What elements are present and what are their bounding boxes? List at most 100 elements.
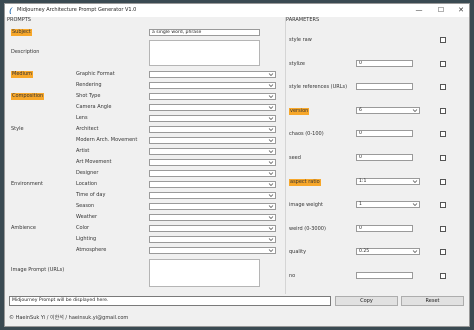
copy-button[interactable]: Copy xyxy=(335,296,398,306)
param-checkbox[interactable] xyxy=(440,37,446,43)
chevron-down-icon xyxy=(412,109,418,112)
prompt-row-select[interactable] xyxy=(149,126,276,133)
close-button[interactable]: ✕ xyxy=(451,4,469,17)
prompt-row-select[interactable] xyxy=(149,137,276,144)
param-input[interactable]: 0 xyxy=(356,154,413,161)
param-checkbox[interactable] xyxy=(440,249,446,255)
chevron-down-icon xyxy=(268,150,274,153)
param-checkbox[interactable] xyxy=(440,179,446,185)
ambience-label: Ambience xyxy=(11,225,36,231)
param-label: weird (0-3000) xyxy=(289,226,326,232)
param-input[interactable]: 0 xyxy=(356,60,413,67)
description-textarea[interactable] xyxy=(149,40,260,66)
param-checkbox[interactable] xyxy=(440,108,446,114)
param-checkbox[interactable] xyxy=(440,202,446,208)
param-checkbox[interactable] xyxy=(440,226,446,232)
prompts-header: PROMPTS xyxy=(7,17,31,23)
param-select[interactable]: 0.25 xyxy=(356,248,420,255)
prompt-row-select[interactable] xyxy=(149,104,276,111)
chevron-down-icon xyxy=(268,183,274,186)
image-prompt-textarea[interactable] xyxy=(149,259,260,287)
param-input[interactable]: 0 xyxy=(356,130,413,137)
prompt-row-label: Rendering xyxy=(76,82,102,88)
param-select-value: 1 xyxy=(359,202,362,207)
chevron-down-icon xyxy=(268,139,274,142)
param-input[interactable]: 0 xyxy=(356,225,413,232)
param-checkbox[interactable] xyxy=(440,131,446,137)
prompt-row-label: Designer xyxy=(76,170,99,176)
param-label: version xyxy=(289,108,310,115)
minimize-button[interactable]: — xyxy=(409,4,429,17)
param-select[interactable]: 6 xyxy=(356,107,420,114)
prompt-row-select[interactable] xyxy=(149,71,276,78)
chevron-down-icon xyxy=(268,238,274,241)
param-label: style raw xyxy=(289,37,312,43)
prompt-row-select[interactable] xyxy=(149,225,276,232)
prompt-row-select[interactable] xyxy=(149,159,276,166)
window-title: Midjourney Architecture Prompt Generator… xyxy=(17,7,137,13)
environment-label: Environment xyxy=(11,181,43,187)
credit-text: © HaeinSuk Yi / 이한석 / haeinsuk.yi@gmail.… xyxy=(9,315,129,321)
param-checkbox[interactable] xyxy=(440,155,446,161)
prompt-row-label: Weather xyxy=(76,214,98,220)
prompt-row-label: Camera Angle xyxy=(76,104,112,110)
chevron-down-icon xyxy=(268,117,274,120)
reset-button[interactable]: Reset xyxy=(401,296,464,306)
chevron-down-icon xyxy=(268,106,274,109)
param-checkbox[interactable] xyxy=(440,273,446,279)
prompt-row-label: Graphic Format xyxy=(76,71,115,77)
param-label: quality xyxy=(289,249,307,255)
prompt-row-label: Lens xyxy=(76,115,88,121)
prompt-row-select[interactable] xyxy=(149,181,276,188)
param-label: style references (URLs) xyxy=(289,84,348,90)
param-select[interactable]: 1:1 xyxy=(356,178,420,185)
param-label: stylize xyxy=(289,61,306,67)
chevron-down-icon xyxy=(268,73,274,76)
param-checkbox[interactable] xyxy=(440,61,446,67)
panel-divider xyxy=(285,17,286,294)
param-select-value: 1:1 xyxy=(359,179,367,184)
prompt-row-select[interactable] xyxy=(149,115,276,122)
chevron-down-icon xyxy=(268,161,274,164)
prompt-row-label: Color xyxy=(76,225,90,231)
prompt-row-label: Lighting xyxy=(76,236,97,242)
chevron-down-icon xyxy=(412,203,418,206)
prompt-row-select[interactable] xyxy=(149,192,276,199)
description-label: Description xyxy=(11,49,40,55)
medium-label: Medium xyxy=(11,71,33,78)
param-label: no xyxy=(289,273,296,279)
param-label: image weight xyxy=(289,202,324,208)
chevron-down-icon xyxy=(268,227,274,230)
param-input[interactable] xyxy=(356,83,413,90)
chevron-down-icon xyxy=(268,172,274,175)
prompt-row-select[interactable] xyxy=(149,203,276,210)
app-window: Midjourney Architecture Prompt Generator… xyxy=(4,3,470,327)
prompt-row-select[interactable] xyxy=(149,170,276,177)
param-select[interactable]: 1 xyxy=(356,201,420,208)
param-checkbox[interactable] xyxy=(440,84,446,90)
prompt-row-select[interactable] xyxy=(149,82,276,89)
subject-input[interactable]: a single word, phrase xyxy=(149,29,260,36)
prompt-row-label: Modern Arch. Movement xyxy=(76,137,138,143)
param-input[interactable] xyxy=(356,272,413,279)
chevron-down-icon xyxy=(268,205,274,208)
param-label: seed xyxy=(289,155,301,161)
chevron-down-icon xyxy=(268,95,274,98)
composition-label: Composition xyxy=(11,93,45,100)
chevron-down-icon xyxy=(268,84,274,87)
param-select-value: 0.25 xyxy=(359,249,370,254)
prompt-row-select[interactable] xyxy=(149,93,276,100)
prompt-row-label: Art Movement xyxy=(76,159,112,165)
style-label: Style xyxy=(11,126,24,132)
prompt-row-select[interactable] xyxy=(149,148,276,155)
prompt-output[interactable]: Midjourney Prompt will be displayed here… xyxy=(9,296,331,306)
prompt-row-select[interactable] xyxy=(149,236,276,243)
param-label: chaos (0-100) xyxy=(289,131,324,137)
prompt-row-label: Location xyxy=(76,181,98,187)
parameters-header: PARAMETERS xyxy=(286,17,320,23)
prompt-row-select[interactable] xyxy=(149,214,276,221)
chevron-down-icon xyxy=(268,194,274,197)
maximize-button[interactable]: ☐ xyxy=(431,4,451,17)
param-label: aspect ratio xyxy=(289,179,321,186)
prompt-row-select[interactable] xyxy=(149,247,276,254)
